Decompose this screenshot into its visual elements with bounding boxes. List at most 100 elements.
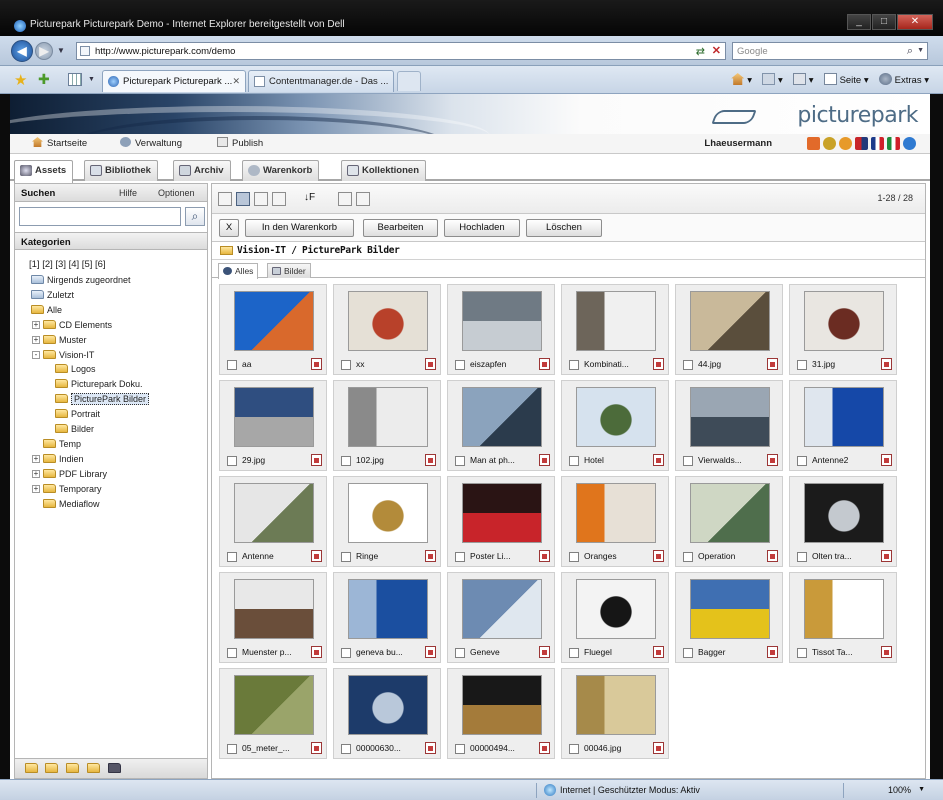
asset-checkbox[interactable] bbox=[455, 744, 465, 754]
asset-thumbnail[interactable] bbox=[690, 579, 770, 639]
asset-thumbnail[interactable] bbox=[348, 675, 428, 735]
tab-alles[interactable]: Alles bbox=[218, 263, 259, 279]
help-link[interactable]: Hilfe bbox=[119, 188, 137, 198]
asset-thumbnail[interactable] bbox=[576, 291, 656, 351]
asset-thumbnail[interactable] bbox=[576, 675, 656, 735]
asset-info-icon[interactable] bbox=[425, 454, 436, 466]
asset-card[interactable]: Tissot Ta... bbox=[789, 572, 897, 663]
expand-icon[interactable]: + bbox=[32, 320, 40, 329]
asset-card[interactable]: Antenne bbox=[219, 476, 327, 567]
asset-checkbox[interactable] bbox=[341, 456, 351, 466]
options-link[interactable]: Optionen bbox=[158, 188, 195, 198]
tab-warenkorb[interactable]: Warenkorb bbox=[242, 160, 320, 181]
asset-checkbox[interactable] bbox=[227, 744, 237, 754]
delete-button[interactable]: Löschen bbox=[526, 219, 602, 237]
asset-checkbox[interactable] bbox=[797, 552, 807, 562]
new-tab-button[interactable] bbox=[397, 71, 421, 91]
tree-item[interactable]: Portrait bbox=[55, 407, 100, 421]
refresh-icon[interactable]: ⇄ bbox=[696, 45, 705, 58]
asset-card[interactable]: geneva bu... bbox=[333, 572, 441, 663]
asset-info-icon[interactable] bbox=[425, 550, 436, 562]
asset-checkbox[interactable] bbox=[683, 552, 693, 562]
help-icon[interactable] bbox=[903, 137, 916, 150]
asset-thumbnail[interactable] bbox=[348, 291, 428, 351]
tab-archiv[interactable]: Archiv bbox=[173, 160, 231, 181]
browser-tab-contentmanager[interactable]: Contentmanager.de - Das ... bbox=[248, 70, 394, 92]
add-favorite-icon[interactable]: ✚ bbox=[38, 71, 50, 88]
asset-info-icon[interactable] bbox=[881, 454, 892, 466]
asset-info-icon[interactable] bbox=[311, 358, 322, 370]
url-field[interactable]: http://www.picturepark.com/demo ⇄ ✕ bbox=[76, 42, 726, 60]
feeds-button[interactable]: ▾ bbox=[762, 73, 783, 86]
asset-card[interactable]: Fluegel bbox=[561, 572, 669, 663]
zoom-dropdown-icon[interactable]: ▼ bbox=[918, 786, 925, 793]
asset-checkbox[interactable] bbox=[683, 456, 693, 466]
asset-thumbnail[interactable] bbox=[462, 387, 542, 447]
minimize-button[interactable]: _ bbox=[847, 14, 871, 30]
asset-thumbnail[interactable] bbox=[234, 483, 314, 543]
user-icon[interactable] bbox=[823, 137, 836, 150]
asset-checkbox[interactable] bbox=[227, 552, 237, 562]
asset-thumbnail[interactable] bbox=[690, 387, 770, 447]
nav-startseite[interactable]: Startseite bbox=[32, 137, 87, 149]
search-placeholder[interactable]: Google bbox=[737, 46, 768, 57]
tree-item[interactable]: - Vision-IT bbox=[32, 348, 94, 362]
asset-thumbnail[interactable] bbox=[234, 291, 314, 351]
asset-checkbox[interactable] bbox=[797, 456, 807, 466]
asset-thumbnail[interactable] bbox=[804, 291, 884, 351]
tree-item[interactable]: Temp bbox=[43, 437, 81, 451]
asset-info-icon[interactable] bbox=[881, 646, 892, 658]
tools-menu[interactable]: Extras ▾ bbox=[878, 73, 929, 86]
asset-info-icon[interactable] bbox=[653, 646, 664, 658]
asset-card[interactable]: Antenne2 bbox=[789, 380, 897, 471]
maximize-button[interactable]: □ bbox=[872, 14, 896, 30]
asset-card[interactable]: Kombinati... bbox=[561, 284, 669, 375]
thumbnail-view-icon[interactable] bbox=[236, 192, 250, 206]
sort-icon[interactable]: ↓F bbox=[304, 192, 318, 206]
tree-item[interactable]: Mediaflow bbox=[43, 497, 100, 511]
detail-view-icon[interactable] bbox=[272, 192, 286, 206]
tree-item[interactable]: + Muster bbox=[32, 333, 87, 347]
asset-checkbox[interactable] bbox=[455, 648, 465, 658]
asset-info-icon[interactable] bbox=[881, 358, 892, 370]
folder-rights-icon[interactable] bbox=[108, 763, 121, 773]
asset-card[interactable]: aa bbox=[219, 284, 327, 375]
category-pages[interactable]: [1] [2] [3] [4] [5] [6] bbox=[29, 259, 106, 270]
asset-info-icon[interactable] bbox=[539, 550, 550, 562]
asset-card[interactable]: xx bbox=[333, 284, 441, 375]
asset-checkbox[interactable] bbox=[341, 360, 351, 370]
settings-icon[interactable] bbox=[839, 137, 852, 150]
tab-bilder[interactable]: Bilder bbox=[267, 263, 311, 278]
move-folder-icon[interactable] bbox=[87, 763, 100, 773]
asset-card[interactable]: 05_meter_... bbox=[219, 668, 327, 759]
asset-thumbnail[interactable] bbox=[462, 483, 542, 543]
asset-thumbnail[interactable] bbox=[576, 483, 656, 543]
asset-card[interactable]: Man at ph... bbox=[447, 380, 555, 471]
tree-item[interactable]: PicturePark Bilder bbox=[55, 392, 150, 406]
expand-icon[interactable]: + bbox=[32, 454, 40, 463]
asset-info-icon[interactable] bbox=[767, 646, 778, 658]
asset-card[interactable]: Ringe bbox=[333, 476, 441, 567]
asset-card[interactable]: 29.jpg bbox=[219, 380, 327, 471]
asset-info-icon[interactable] bbox=[539, 454, 550, 466]
asset-thumbnail[interactable] bbox=[804, 387, 884, 447]
asset-thumbnail[interactable] bbox=[576, 579, 656, 639]
select-all-icon[interactable] bbox=[338, 192, 352, 206]
edit-button[interactable]: Bearbeiten bbox=[363, 219, 438, 237]
search-field[interactable]: Google ⌕ ▼ bbox=[732, 42, 928, 60]
asset-info-icon[interactable] bbox=[539, 358, 550, 370]
asset-checkbox[interactable] bbox=[341, 552, 351, 562]
tab-assets[interactable]: Assets bbox=[14, 160, 74, 183]
asset-thumbnail[interactable] bbox=[462, 291, 542, 351]
asset-thumbnail[interactable] bbox=[462, 579, 542, 639]
italian-flag-icon[interactable] bbox=[887, 137, 900, 150]
tree-item[interactable]: Picturepark Doku. bbox=[55, 377, 143, 391]
asset-card[interactable]: 31.jpg bbox=[789, 284, 897, 375]
asset-checkbox[interactable] bbox=[455, 456, 465, 466]
asset-card[interactable]: 102.jpg bbox=[333, 380, 441, 471]
collapse-icon[interactable]: - bbox=[32, 350, 40, 359]
security-zone[interactable]: Internet | Geschützter Modus: Aktiv bbox=[560, 785, 700, 795]
asset-card[interactable]: 44.jpg bbox=[675, 284, 783, 375]
tree-item[interactable]: + CD Elements bbox=[32, 318, 112, 332]
asset-thumbnail[interactable] bbox=[804, 483, 884, 543]
